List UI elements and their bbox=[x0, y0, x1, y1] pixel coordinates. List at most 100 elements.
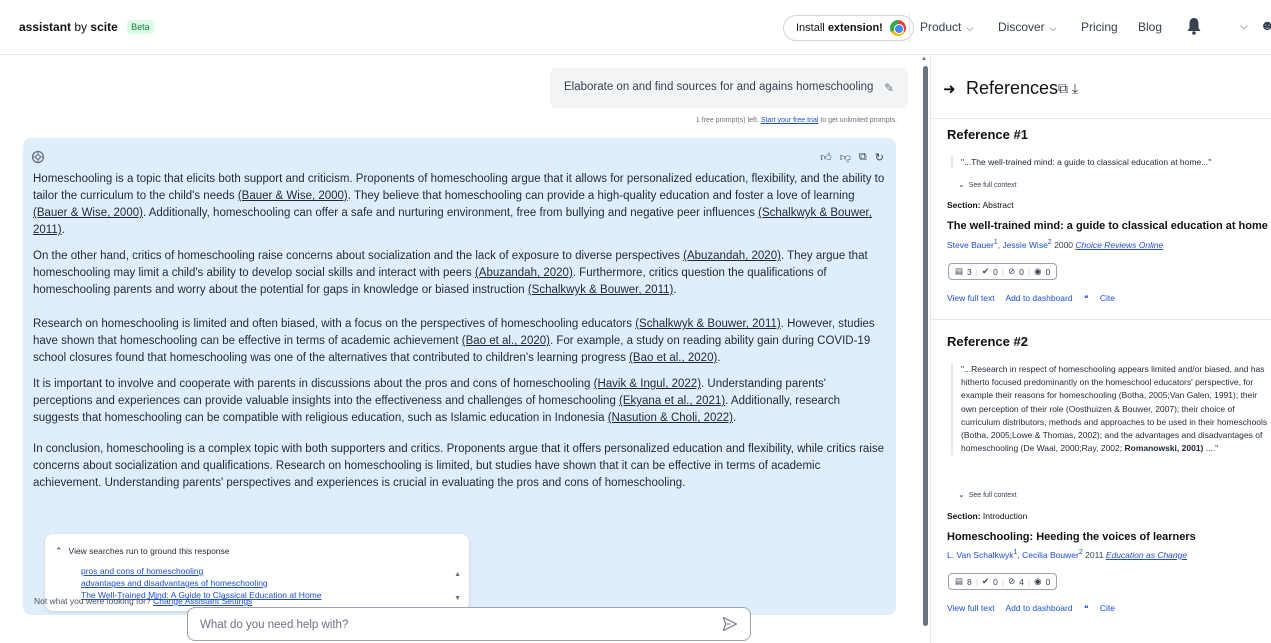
search-query-link[interactable]: advantages and disadvantages of homescho… bbox=[81, 578, 268, 588]
supporting-icon: ✔ bbox=[981, 266, 990, 276]
view-full-text-link[interactable]: View full text bbox=[947, 603, 995, 613]
citation-link[interactable]: (Schalkwyk & Bouwer, 2011) bbox=[635, 318, 781, 330]
citation-link[interactable]: (Abuzandah, 2020) bbox=[683, 250, 781, 262]
nav-blog[interactable]: Blog bbox=[1138, 20, 1162, 34]
see-full-context-toggle[interactable]: ⌄ See full context bbox=[958, 180, 1017, 189]
user-icon[interactable]: ☻ bbox=[1260, 17, 1271, 33]
answer-text: In conclusion, homeschooling is a comple… bbox=[33, 443, 885, 489]
reference-section: Section: Abstract bbox=[947, 200, 1014, 210]
chat-input[interactable] bbox=[200, 616, 700, 634]
cite-link[interactable]: ❝ Cite bbox=[1084, 293, 1124, 303]
publications-count: 3 bbox=[967, 266, 972, 277]
journal-link[interactable]: Choice Reviews Online bbox=[1075, 240, 1163, 250]
quote-icon: ❝ bbox=[1083, 603, 1091, 613]
reference-section: Section: Introduction bbox=[947, 511, 1027, 521]
brand-logo[interactable]: assistant by scite Beta bbox=[19, 20, 154, 34]
mentioning-icon: ⊘ bbox=[1008, 576, 1016, 586]
citation-link[interactable]: (Bauer & Wise, 2000) bbox=[238, 190, 348, 202]
add-to-dashboard-link[interactable]: Add to dashboard bbox=[1005, 293, 1072, 303]
add-to-dashboard-link[interactable]: Add to dashboard bbox=[1005, 603, 1072, 613]
searches-title: View searches run to ground this respons… bbox=[68, 546, 230, 556]
quote-highlight: Romanowski, 2001) bbox=[1124, 443, 1204, 454]
citation-link[interactable]: (Bao et al., 2020) bbox=[629, 352, 717, 364]
send-icon[interactable] bbox=[722, 616, 738, 632]
author-link[interactable]: L. Van Schalkwyk bbox=[947, 550, 1013, 560]
answer-paragraph: Research on homeschooling is limited and… bbox=[33, 316, 885, 367]
cite-link[interactable]: ❝ Cite bbox=[1084, 603, 1124, 613]
journal-link[interactable]: Education as Change bbox=[1106, 550, 1187, 560]
download-icon[interactable]: ⤓ bbox=[1072, 80, 1078, 96]
install-label: Install bbox=[796, 22, 825, 34]
contrasting-icon: ◉ bbox=[1034, 266, 1042, 276]
publications-count: 8 bbox=[967, 576, 972, 587]
author-sup: 2 bbox=[1047, 238, 1052, 246]
citation-badges[interactable]: ▤ 8 | ✔ 0 | ⊘ 4 | ◉ 0 bbox=[948, 573, 1058, 590]
supporting-count: 0 bbox=[993, 576, 998, 587]
citation-link[interactable]: (Abuzandah, 2020) bbox=[475, 267, 573, 279]
bell-icon[interactable] bbox=[1186, 17, 1202, 35]
free-note-suffix: to get unlimited prompts. bbox=[820, 117, 897, 124]
start-free-trial-link[interactable]: Start your free trial bbox=[761, 117, 819, 124]
top-bar: assistant by scite Beta Install extensio… bbox=[0, 0, 1271, 55]
quote-end: ...." bbox=[1203, 443, 1219, 454]
nav-product[interactable]: Product ⌵ bbox=[920, 20, 973, 34]
answer-paragraph: It is important to involve and cooperate… bbox=[33, 376, 885, 427]
searches-scrollbar[interactable]: ▲ ▼ bbox=[454, 563, 461, 611]
reference-heading: Reference #2 bbox=[947, 334, 1028, 349]
citation-link[interactable]: (Ekyana et al., 2021) bbox=[619, 395, 725, 407]
cite-label: Cite bbox=[1099, 603, 1116, 613]
citation-link[interactable]: (Bauer & Wise, 2000) bbox=[33, 207, 143, 219]
see-full-label: See full context bbox=[968, 182, 1017, 189]
answer-text: . They believe that homeschooling can pr… bbox=[347, 190, 855, 202]
view-full-text-link[interactable]: View full text bbox=[947, 293, 995, 303]
section-value: Introduction bbox=[982, 511, 1028, 521]
account-chevron-down-icon[interactable]: ⌵ bbox=[1240, 21, 1248, 32]
main-scrollbar[interactable] bbox=[923, 66, 928, 626]
references-header: ➜ References ⧉ ⤓ bbox=[931, 56, 1271, 119]
brand-main: assistant bbox=[19, 20, 72, 34]
citation-link[interactable]: (Havik & Ingul, 2022) bbox=[594, 378, 701, 390]
citation-link[interactable]: (Nasution & Choli, 2022) bbox=[608, 412, 733, 424]
collapse-arrow-icon[interactable]: ➜ bbox=[943, 80, 956, 98]
reference-title[interactable]: Homeschooling: Heeding the voices of lea… bbox=[947, 531, 1196, 543]
author-link[interactable]: Cecilia Bouwer bbox=[1022, 550, 1079, 560]
citation-link[interactable]: (Bao et al., 2020) bbox=[462, 335, 550, 347]
reference-authors: L. Van Schalkwyk1, Cecilia Bouwer2 2011 … bbox=[947, 548, 1188, 560]
references-tools: ⧉ ⤓ bbox=[1058, 80, 1078, 97]
badge-separator: | bbox=[1027, 576, 1031, 587]
copy-icon[interactable]: ⧉ bbox=[1058, 80, 1068, 96]
author-link[interactable]: Steve Bauer bbox=[947, 240, 994, 250]
author-link[interactable]: Jessie Wise bbox=[1002, 240, 1047, 250]
searches-toggle[interactable]: ⌃ View searches run to ground this respon… bbox=[55, 546, 230, 557]
copy-icon[interactable]: ⧉ bbox=[859, 151, 867, 164]
badge-separator: | bbox=[975, 576, 978, 587]
search-query-link[interactable]: pros and cons of homeschooling bbox=[81, 566, 203, 576]
regenerate-icon[interactable]: ↻ bbox=[875, 151, 884, 164]
thumbs-up-icon[interactable]: 👍︎ bbox=[820, 151, 832, 164]
citation-link[interactable]: (Schalkwyk & Bouwer, 2011) bbox=[528, 284, 674, 296]
mentioning-icon: ⊘ bbox=[1008, 266, 1016, 276]
references-title: References bbox=[966, 78, 1059, 98]
change-settings-link[interactable]: Change Assistant Settings bbox=[153, 596, 252, 606]
answer-text: . bbox=[717, 352, 721, 364]
install-extension-button[interactable]: Install extension! bbox=[783, 15, 914, 41]
nav-discover-label: Discover bbox=[998, 20, 1045, 34]
scroll-up-icon[interactable]: ▲ bbox=[921, 56, 927, 62]
edit-icon[interactable]: ✎ bbox=[884, 81, 894, 95]
reference-title[interactable]: The well-trained mind: a guide to classi… bbox=[947, 220, 1268, 232]
see-full-label: See full context bbox=[968, 492, 1017, 499]
install-label-bold: extension! bbox=[827, 22, 883, 34]
nav-product-label: Product bbox=[920, 20, 962, 34]
nav-pricing[interactable]: Pricing bbox=[1081, 20, 1118, 34]
nav-discover[interactable]: Discover ⌵ bbox=[998, 20, 1057, 34]
answer-paragraph: In conclusion, homeschooling is a comple… bbox=[33, 441, 885, 492]
see-full-context-toggle[interactable]: ⌄ See full context bbox=[958, 490, 1017, 499]
user-prompt-text: Elaborate on and find sources for and ag… bbox=[564, 81, 874, 93]
mentioning-count: 0 bbox=[1019, 266, 1024, 277]
badge-separator: | bbox=[1001, 576, 1005, 587]
thumbs-down-icon[interactable]: 👎︎ bbox=[840, 151, 851, 164]
citation-badges[interactable]: ▤ 3 | ✔ 0 | ⊘ 0 | ◉ 0 bbox=[948, 263, 1058, 280]
badge-separator: | bbox=[1001, 266, 1005, 277]
publications-icon: ▤ bbox=[955, 576, 964, 586]
answer-paragraph: On the other hand, critics of homeschool… bbox=[33, 248, 885, 299]
